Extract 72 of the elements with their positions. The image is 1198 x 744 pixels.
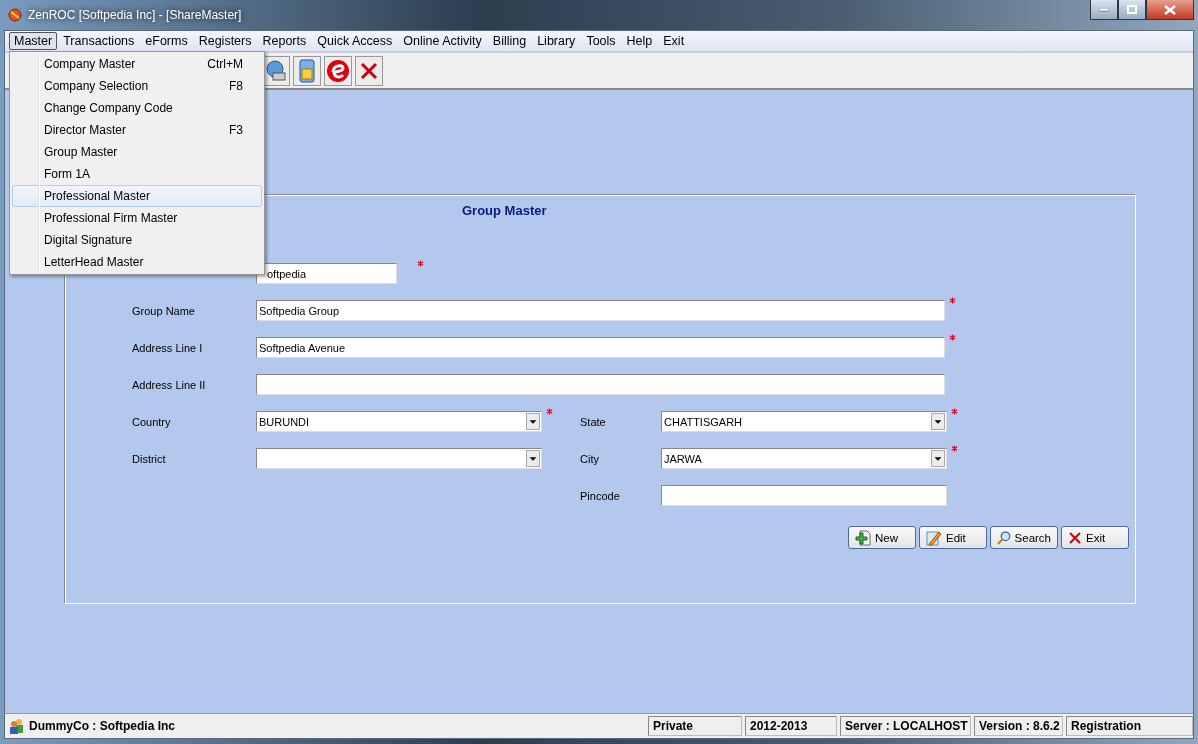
menu-item[interactable]: Help [621,32,658,50]
field-label: State [580,415,607,428]
menu-item[interactable]: Registers [193,32,257,50]
text-field[interactable]: Softpedia Avenue [256,337,945,358]
close-icon [1068,530,1082,545]
field-label: Address Line II [132,378,207,391]
menu-option[interactable]: Company Selection F8 [12,75,262,97]
text-field[interactable]: oftpedia [256,263,397,284]
menu-option[interactable]: Form 1A [12,163,262,185]
app-logo-icon [8,8,22,22]
menu-item[interactable]: Quick Access [312,32,398,50]
e-letter-icon [326,58,350,83]
close-icon [1164,4,1176,15]
calculator-icon [299,58,315,83]
text-field[interactable] [256,374,945,395]
menu-option[interactable]: Director Master F3 [12,119,262,141]
close-icon [359,60,379,81]
menu-option[interactable]: Change Company Code [12,97,262,119]
dropdown-field[interactable] [256,448,542,469]
menu-option[interactable]: Group Master [12,141,262,163]
form-title: Group Master [462,203,547,218]
menu-item[interactable]: Reports [257,32,312,50]
globe-icon [265,59,287,82]
text-field[interactable]: Softpedia Group [256,300,945,321]
minimize-icon [1099,7,1109,12]
dropdown-field[interactable]: JARWA [661,448,947,469]
status-cell: Version : 8.6.2 [974,716,1063,736]
pencil-icon [926,529,942,546]
field-label: Country [132,415,172,428]
toolbar-button[interactable] [293,55,321,86]
menu-item[interactable]: Exit [658,32,690,50]
menu-option[interactable]: Professional Firm Master [12,207,262,229]
field-label: Group Name [132,304,196,317]
field-label: City [580,452,600,465]
window-title: ZenROC [Softpedia Inc] - [ShareMaster] [28,8,243,22]
menu-item[interactable]: Transactions [58,32,140,50]
menu-option[interactable]: Professional Master [12,185,262,207]
maximize-button[interactable] [1118,0,1146,20]
status-cell: Server : LOCALHOST [840,716,971,736]
field-label: District [132,452,167,465]
status-cell: Private [648,716,742,736]
menu-item[interactable]: Online Activity [398,32,487,50]
menu-item[interactable]: Tools [581,32,621,50]
shortcut-label: Ctrl+M [207,57,243,71]
menu-item[interactable]: eForms [140,32,193,50]
maximize-icon [1127,5,1137,14]
users-icon [9,718,25,734]
status-cell: 2012-2013 [745,716,837,736]
company-status: DummyCo : Softpedia Inc [28,719,176,733]
action-button[interactable]: Edit [919,526,987,549]
menu-item[interactable]: Master [9,32,58,50]
action-button[interactable]: Search [990,526,1058,549]
action-button[interactable]: Exit [1061,526,1129,549]
dropdown-field[interactable]: CHATTISGARH [661,411,947,432]
minimize-button[interactable] [1090,0,1118,20]
status-cell: Registration [1066,716,1193,736]
toolbar-button[interactable] [355,55,383,86]
shortcut-label: F3 [229,123,243,137]
menu-option[interactable]: Digital Signature [12,229,262,251]
dropdown-field[interactable]: BURUNDI [256,411,542,432]
menu-item[interactable]: Library [532,32,581,50]
action-button[interactable]: New [848,526,916,549]
field-label: Pincode [580,489,621,502]
toolbar-button[interactable] [324,55,352,86]
shortcut-label: F8 [229,79,243,93]
close-button[interactable] [1146,0,1194,20]
field-label: Address Line I [132,341,204,354]
new-document-icon [855,529,871,546]
search-icon [997,529,1011,546]
menu-option[interactable]: Company Master Ctrl+M [12,53,262,75]
text-field[interactable] [661,485,947,506]
menu-item[interactable]: Billing [487,32,532,50]
